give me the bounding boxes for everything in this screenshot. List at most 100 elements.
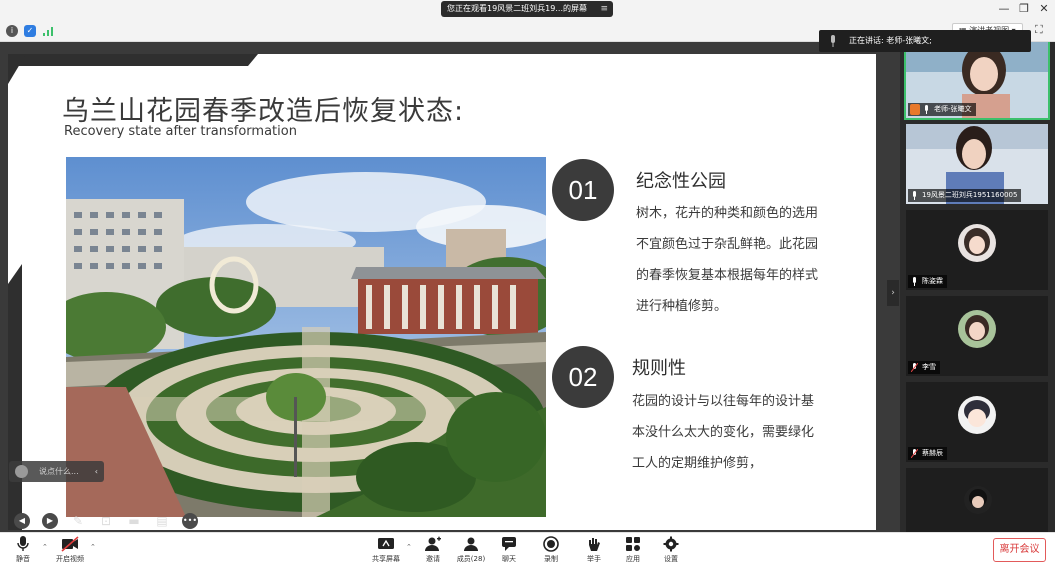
host-icon [910, 104, 920, 115]
record-icon [543, 536, 559, 552]
participant-name: 老师-张曦文 [934, 105, 972, 113]
raise-hand-label: 举手 [587, 555, 601, 563]
participant-name-label: 19风景二班刘兵1951160005 [908, 189, 1022, 202]
apps-button[interactable]: 应用 [613, 536, 653, 564]
section-body-memorial-park: 树木，花卉的种类和颜色的选用 不宜颜色过于杂乱鲜艳。此花园 的春季恢复基本根据每… [636, 198, 818, 322]
video-options-caret[interactable]: ⌃ [90, 543, 96, 551]
info-icon[interactable]: i [6, 25, 18, 37]
invite-label: 邀请 [426, 555, 440, 563]
chat-icon [502, 537, 516, 551]
participant-name: 蔡赫辰 [922, 449, 943, 457]
participant-name-label: 老师-张曦文 [908, 103, 976, 116]
participant-tile[interactable]: 李雪 [906, 296, 1048, 376]
collapse-gallery-icon[interactable]: › [887, 280, 899, 306]
section-line: 不宜颜色过于杂乱鲜艳。此花园 [636, 237, 819, 252]
section-body-regularity: 花园的设计与以往每年的设计基 本没什么太大的变化，需要绿化 工人的定期维护修剪， [632, 386, 814, 479]
mic-icon [925, 105, 928, 114]
participant-gallery: 老师-张曦文 19风景二班刘兵1951160005 陈姿霖 李雪 蔡赫辰 [900, 42, 1055, 532]
screenshot-icon[interactable]: ⊡ [98, 513, 114, 529]
meeting-window: 您正在观看19风景二班刘兵19...的屏幕 ≡ — ❐ ✕ i ✓ ▦ 演讲者视… [0, 0, 1055, 567]
viewing-screen-banner[interactable]: 您正在观看19风景二班刘兵19...的屏幕 ≡ [441, 1, 613, 17]
participant-name: 李雪 [922, 363, 936, 371]
participant-name-label: 陈姿霖 [908, 275, 947, 288]
participant-tile[interactable]: 蔡赫辰 [906, 382, 1048, 462]
section-heading-memorial-park: 纪念性公园 [636, 171, 726, 192]
next-page-icon[interactable]: ▶ [42, 513, 58, 529]
minimize-button[interactable]: — [997, 2, 1011, 15]
settings-label: 设置 [664, 555, 678, 563]
participant-name-label: 蔡赫辰 [908, 447, 947, 460]
share-screen-button[interactable]: 共享屏幕 [366, 536, 406, 564]
speaking-text: 正在讲话: 老师-张曦文; [849, 36, 932, 45]
audio-options-caret[interactable]: ⌃ [42, 543, 48, 551]
chat-button[interactable]: 聊天 [489, 536, 529, 564]
quick-chat-placeholder: 说点什么... [39, 467, 79, 476]
apps-icon [626, 537, 640, 551]
apps-label: 应用 [626, 555, 640, 563]
participant-tile[interactable] [906, 468, 1048, 532]
avatar [958, 396, 996, 434]
record-button[interactable]: 录制 [531, 536, 571, 564]
members-button[interactable]: 成员(28) [451, 536, 491, 564]
mic-off-icon [911, 363, 918, 372]
previous-page-icon[interactable]: ◀ [14, 513, 30, 529]
members-label: 成员(28) [456, 555, 486, 563]
title-bar: 您正在观看19风景二班刘兵19...的屏幕 ≡ — ❐ ✕ [0, 0, 1055, 20]
gear-icon [663, 536, 679, 552]
camera-icon[interactable]: ▬ [126, 513, 142, 529]
pen-icon[interactable]: ✎ [70, 513, 86, 529]
invite-icon [425, 536, 441, 551]
restore-button[interactable]: ❐ [1017, 2, 1031, 15]
slide-subtitle: Recovery state after transformation [64, 124, 297, 139]
fullscreen-icon[interactable]: ⛶ [1035, 24, 1047, 36]
close-button[interactable]: ✕ [1037, 2, 1051, 15]
slide-title: 乌兰山花园春季改造后恢复状态: [62, 96, 465, 127]
mute-button[interactable]: 静音 [3, 536, 43, 564]
settings-button[interactable]: 设置 [651, 536, 691, 564]
section-line: 进行种植修剪。 [636, 299, 728, 314]
participant-name: 陈姿霖 [922, 277, 943, 285]
emoji-icon[interactable] [15, 465, 28, 478]
shared-screen: 乌兰山花园春季改造后恢复状态: Recovery state after tra… [0, 42, 900, 532]
start-video-label: 开启视频 [56, 555, 84, 563]
collapse-chat-icon[interactable]: ‹ [95, 461, 98, 482]
more-icon[interactable]: ••• [182, 513, 198, 529]
invite-button[interactable]: 邀请 [413, 536, 453, 564]
comment-icon[interactable]: ▤ [154, 513, 170, 529]
share-screen-icon [378, 538, 394, 549]
mic-off-icon [911, 449, 918, 458]
microphone-icon [17, 536, 29, 551]
viewing-screen-text: 您正在观看19风景二班刘兵19...的屏幕 [447, 4, 587, 13]
quick-chat-input[interactable]: 说点什么... ‹ [9, 461, 104, 482]
garden-photo [66, 157, 546, 517]
mute-label: 静音 [16, 555, 30, 563]
mic-icon [913, 277, 916, 286]
share-options-caret[interactable]: ⌃ [406, 543, 412, 551]
avatar [958, 224, 996, 262]
presentation-slide: 乌兰山花园春季改造后恢复状态: Recovery state after tra… [8, 54, 876, 530]
participant-tile[interactable]: 陈姿霖 [906, 210, 1048, 290]
participant-name: 19风景二班刘兵1951160005 [922, 191, 1018, 199]
record-label: 录制 [544, 555, 558, 563]
section-line: 的春季恢复基本根据每年的样式 [636, 268, 819, 283]
share-screen-label: 共享屏幕 [372, 555, 400, 563]
banner-menu-icon[interactable]: ≡ [600, 1, 608, 17]
section-heading-regularity: 规则性 [632, 358, 686, 379]
signal-strength-icon[interactable] [42, 25, 54, 37]
leave-meeting-button[interactable]: 离开会议 [993, 538, 1046, 562]
section-line: 本没什么太大的变化，需要绿化 [632, 425, 815, 440]
avatar [958, 310, 996, 348]
security-shield-icon[interactable]: ✓ [24, 25, 36, 37]
participant-tile[interactable]: 19风景二班刘兵1951160005 [906, 124, 1048, 204]
avatar [964, 486, 992, 514]
section-line: 树木，花卉的种类和颜色的选用 [636, 206, 819, 221]
participant-tile[interactable]: 老师-张曦文 [904, 42, 1050, 120]
video-off-icon [61, 536, 79, 552]
mic-icon [831, 35, 835, 47]
speaking-indicator: 正在讲话: 老师-张曦文; [819, 30, 1031, 52]
section-line: 工人的定期维护修剪， [632, 456, 763, 471]
raise-hand-button[interactable]: 举手 [574, 536, 614, 564]
start-video-button[interactable]: 开启视频 [50, 536, 90, 564]
section-line: 花园的设计与以往每年的设计基 [632, 394, 815, 409]
section-number-02: 02 [552, 346, 614, 408]
